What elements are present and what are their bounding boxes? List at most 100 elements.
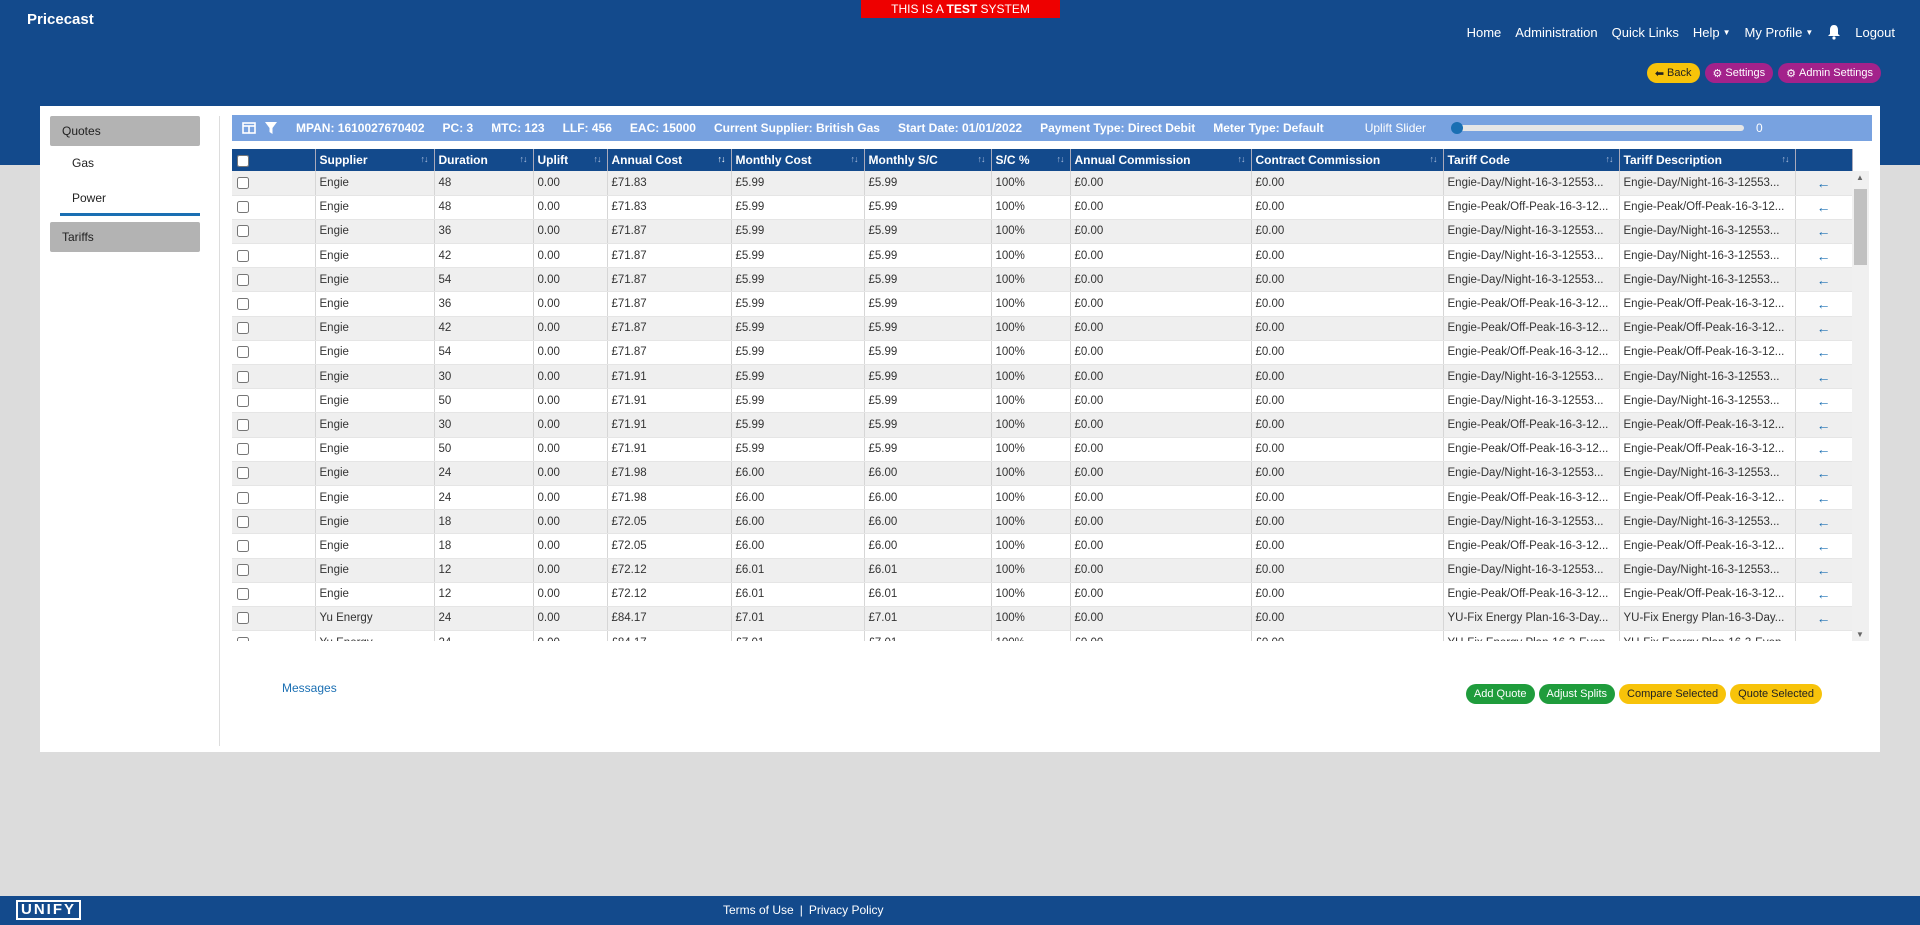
table-row[interactable]: Engie 42 0.00 £71.87 £5.99 £5.99 100% £0.00 £0.0… xyxy=(232,316,1853,341)
bell-icon[interactable] xyxy=(1827,24,1841,40)
nav-quick-links[interactable]: Quick Links xyxy=(1612,25,1679,40)
scrollbar-thumb[interactable] xyxy=(1854,189,1867,265)
row-checkbox[interactable] xyxy=(237,346,249,359)
table-row[interactable]: Engie 54 0.00 £71.87 £5.99 £5.99 100% £0.00 £0.0… xyxy=(232,267,1853,293)
uplift-slider[interactable] xyxy=(1451,122,1745,134)
column-header[interactable]: Tariff Description ↑↓ xyxy=(1619,149,1796,171)
column-header[interactable]: Supplier ↑↓ xyxy=(315,149,435,171)
nav-home[interactable]: Home xyxy=(1467,25,1502,40)
table-row[interactable]: Engie 24 0.00 £71.98 £6.00 £6.00 100% £0.00 £0.0… xyxy=(232,485,1853,511)
nav-administration[interactable]: Administration xyxy=(1515,25,1597,40)
settings-button[interactable]: ⚙ Settings xyxy=(1704,63,1774,83)
row-checkbox[interactable] xyxy=(237,443,249,456)
sort-icon[interactable]: ↑↓ xyxy=(520,154,528,164)
table-row[interactable]: Engie 30 0.00 £71.91 £5.99 £5.99 100% £0.00 £0.0… xyxy=(232,364,1853,390)
table-row[interactable]: Engie 50 0.00 £71.91 £5.99 £5.99 100% £0.00 £0.0… xyxy=(232,388,1853,414)
nav-my-profile[interactable]: My Profile ▼ xyxy=(1745,25,1814,40)
row-checkbox[interactable] xyxy=(237,418,249,431)
table-row[interactable]: Yu Energy240.00£84.17£7.01£7.01100%£0.00… xyxy=(232,606,1853,632)
arrow-left-icon[interactable]: ← xyxy=(1795,509,1853,535)
admin-settings-button[interactable]: ⚙ Admin Settings xyxy=(1778,63,1881,83)
arrow-left-icon[interactable]: ← xyxy=(1795,219,1853,245)
table-row[interactable]: Engie 48 0.00 £71.83 £5.99 £5.99 100% £0.00 £0.0… xyxy=(232,195,1853,220)
arrow-left-icon[interactable]: ← xyxy=(1795,533,1853,559)
sort-icon[interactable]: ↑↓ xyxy=(1782,154,1790,164)
table-row[interactable]: Engie 18 0.00 £72.05 £6.00 £6.00 100% £0.00 £0.0… xyxy=(232,533,1853,559)
arrow-left-icon[interactable]: ← xyxy=(1795,606,1853,632)
table-row[interactable]: Engie 24 0.00 £71.98 £6.00 £6.00 100% £0.00 £0.0… xyxy=(232,461,1853,486)
sidebar-item-quotes[interactable]: Quotes xyxy=(50,116,200,146)
nav-help[interactable]: Help ▼ xyxy=(1693,25,1731,40)
table-row[interactable]: Engie 18 0.00 £72.05 £6.00 £6.00 100% £0.00 £0.0… xyxy=(232,509,1853,535)
brand-title[interactable]: Pricecast xyxy=(27,11,94,28)
arrow-left-icon[interactable]: ← xyxy=(1795,485,1853,511)
sidebar-item-tariffs[interactable]: Tariffs xyxy=(50,222,200,252)
sort-icon[interactable]: ↑↓ xyxy=(851,154,859,164)
arrow-left-icon[interactable]: ← xyxy=(1795,171,1853,196)
row-checkbox[interactable] xyxy=(237,273,249,286)
row-checkbox[interactable] xyxy=(237,201,249,214)
row-checkbox[interactable] xyxy=(237,564,249,577)
arrow-left-icon[interactable]: ← xyxy=(1795,364,1853,390)
arrow-left-icon[interactable]: ← xyxy=(1795,630,1853,641)
column-header[interactable]: Uplift ↑↓ xyxy=(533,149,608,171)
arrow-left-icon[interactable]: ← xyxy=(1795,243,1853,269)
sort-icon[interactable]: ↑↓ xyxy=(1238,154,1246,164)
arrow-left-icon[interactable]: ← xyxy=(1795,340,1853,366)
table-row[interactable]: Engie 48 0.00 £71.83 £5.99 £5.99 100% £0.00 £0.0… xyxy=(232,171,1853,196)
sort-icon[interactable]: ↑↓ xyxy=(1430,154,1438,164)
row-checkbox[interactable] xyxy=(237,249,249,262)
privacy-policy-link[interactable]: Privacy Policy xyxy=(809,903,884,917)
row-checkbox[interactable] xyxy=(237,298,249,311)
sort-icon[interactable]: ↑↓ xyxy=(421,154,429,164)
columns-icon[interactable] xyxy=(242,121,256,135)
uplift-slider-handle[interactable] xyxy=(1451,122,1464,134)
column-header[interactable]: Contract Commission ↑↓ xyxy=(1251,149,1444,171)
adjust-splits-button[interactable]: Adjust Splits xyxy=(1538,684,1616,704)
table-row[interactable]: Engie 36 0.00 £71.87 £5.99 £5.99 100% £0.00 £0.0… xyxy=(232,219,1853,245)
sort-icon[interactable]: ↑↓ xyxy=(594,154,602,164)
arrow-left-icon[interactable]: ← xyxy=(1795,267,1853,293)
table-row[interactable]: Engie 42 0.00 £71.87 £5.99 £5.99 100% £0.00 £0.0… xyxy=(232,243,1853,269)
row-checkbox[interactable] xyxy=(237,491,249,504)
row-checkbox[interactable] xyxy=(237,636,249,641)
scroll-down-icon[interactable]: ▼ xyxy=(1856,630,1864,639)
quote-selected-button[interactable]: Quote Selected xyxy=(1730,684,1822,704)
table-row[interactable]: Engie 30 0.00 £71.91 £5.99 £5.99 100% £0.00 £0.0… xyxy=(232,412,1853,438)
column-header[interactable]: S/C % ↑↓ xyxy=(991,149,1071,171)
arrow-left-icon[interactable]: ← xyxy=(1795,412,1853,438)
sort-icon[interactable]: ↑↓ xyxy=(718,154,726,164)
arrow-left-icon[interactable]: ← xyxy=(1795,558,1853,583)
table-row[interactable]: Engie 54 0.00 £71.87 £5.99 £5.99 100% £0.00 £0.0… xyxy=(232,340,1853,366)
arrow-left-icon[interactable]: ← xyxy=(1795,316,1853,341)
table-row[interactable]: Engie 36 0.00 £71.87 £5.99 £5.99 100% £0.00 £0.0… xyxy=(232,291,1853,317)
arrow-left-icon[interactable]: ← xyxy=(1795,388,1853,414)
table-row[interactable]: Engie 12 0.00 £72.12 £6.01 £6.01 100% £0.00 £0.0… xyxy=(232,582,1853,607)
table-row[interactable]: Yu Energy240.00£84.17£7.01£7.01100%£0.00… xyxy=(232,630,1853,641)
nav-logout[interactable]: Logout xyxy=(1855,25,1895,40)
messages-link[interactable]: Messages xyxy=(282,681,337,695)
row-checkbox[interactable] xyxy=(237,612,249,625)
row-checkbox[interactable] xyxy=(237,225,249,238)
row-checkbox[interactable] xyxy=(237,467,249,480)
column-header[interactable]: Duration ↑↓ xyxy=(434,149,534,171)
row-checkbox[interactable] xyxy=(237,370,249,383)
column-header[interactable]: Tariff Code ↑↓ xyxy=(1443,149,1620,171)
column-header[interactable]: Monthly Cost ↑↓ xyxy=(731,149,865,171)
sort-icon[interactable]: ↑↓ xyxy=(1606,154,1614,164)
table-row[interactable]: Engie 50 0.00 £71.91 £5.99 £5.99 100% £0.00 £0.0… xyxy=(232,437,1853,462)
sort-icon[interactable]: ↑↓ xyxy=(978,154,986,164)
arrow-left-icon[interactable]: ← xyxy=(1795,437,1853,462)
table-scrollbar[interactable]: ▲ ▼ xyxy=(1852,171,1869,641)
table-row[interactable]: Engie 12 0.00 £72.12 £6.01 £6.01 100% £0.00 £0.0… xyxy=(232,558,1853,583)
row-checkbox[interactable] xyxy=(237,539,249,552)
select-all-checkbox[interactable] xyxy=(237,154,249,167)
sidebar-item-gas[interactable]: Gas xyxy=(50,146,200,181)
sort-icon[interactable]: ↑↓ xyxy=(1057,154,1065,164)
row-checkbox[interactable] xyxy=(237,176,249,189)
back-button[interactable]: ⬅ Back xyxy=(1646,63,1700,83)
row-checkbox[interactable] xyxy=(237,322,249,335)
column-header[interactable]: Monthly S/C ↑↓ xyxy=(864,149,992,171)
column-header[interactable]: Annual Cost ↑↓ xyxy=(607,149,732,171)
column-header[interactable]: Annual Commission ↑↓ xyxy=(1070,149,1252,171)
